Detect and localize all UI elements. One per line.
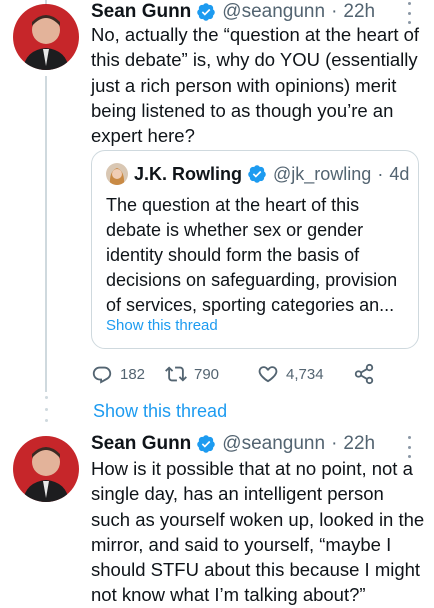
reply-icon [92, 366, 112, 384]
quoted-tweet-header: J.K. Rowling @jk_rowling · 4d [106, 163, 409, 185]
verified-badge-icon [196, 434, 216, 454]
avatar-image-icon [13, 436, 79, 502]
like-count: 4,734 [286, 365, 324, 383]
share-button[interactable] [353, 363, 375, 385]
quoted-avatar [106, 163, 128, 185]
quoted-tweet-text: The question at the heart of this debate… [106, 195, 403, 315]
separator-dot: · [377, 163, 384, 184]
retweet-icon [165, 366, 187, 382]
thread-gap-dots [44, 396, 48, 422]
tweet-header: Sean Gunn @seangunn · 22h [91, 0, 375, 24]
avatar[interactable] [13, 436, 79, 502]
quoted-show-thread-link[interactable]: Show this thread [106, 317, 218, 334]
author-name[interactable]: Sean Gunn [91, 1, 191, 23]
tweet-text: No, actually the “question at the heart … [91, 24, 425, 147]
verified-badge-icon [247, 164, 267, 184]
tweet-text: How is it possible that at no point, not… [91, 458, 430, 606]
reply-button[interactable]: 182 [91, 363, 165, 385]
retweet-button[interactable]: 790 [165, 363, 257, 385]
heart-icon [258, 366, 278, 383]
thread-line [45, 76, 47, 392]
tweet-actions: 182 790 4,734 [91, 361, 375, 387]
timestamp[interactable]: 22h [343, 1, 375, 23]
author-handle[interactable]: @seangunn [222, 433, 325, 455]
quoted-author-handle: @jk_rowling [273, 163, 372, 184]
show-thread-link[interactable]: Show this thread [93, 401, 227, 422]
avatar[interactable] [13, 4, 79, 70]
avatar-image-icon [13, 4, 79, 70]
share-icon [354, 363, 374, 385]
author-handle[interactable]: @seangunn [222, 1, 325, 23]
retweet-count: 790 [194, 365, 220, 383]
more-dots-icon[interactable] [406, 436, 412, 458]
quoted-timestamp: 4d [389, 163, 410, 184]
like-button[interactable]: 4,734 [257, 363, 353, 385]
more-dots-icon[interactable] [406, 2, 412, 24]
tweet-header: Sean Gunn @seangunn · 22h [91, 432, 375, 456]
separator-dot: · [331, 433, 338, 454]
reply-count: 182 [120, 365, 146, 383]
author-name[interactable]: Sean Gunn [91, 433, 191, 455]
verified-badge-icon [196, 2, 216, 22]
quoted-author-name: J.K. Rowling [134, 163, 242, 184]
separator-dot: · [331, 1, 338, 22]
timestamp[interactable]: 22h [343, 433, 375, 455]
quoted-tweet-card[interactable]: J.K. Rowling @jk_rowling · 4d The questi… [91, 150, 419, 349]
